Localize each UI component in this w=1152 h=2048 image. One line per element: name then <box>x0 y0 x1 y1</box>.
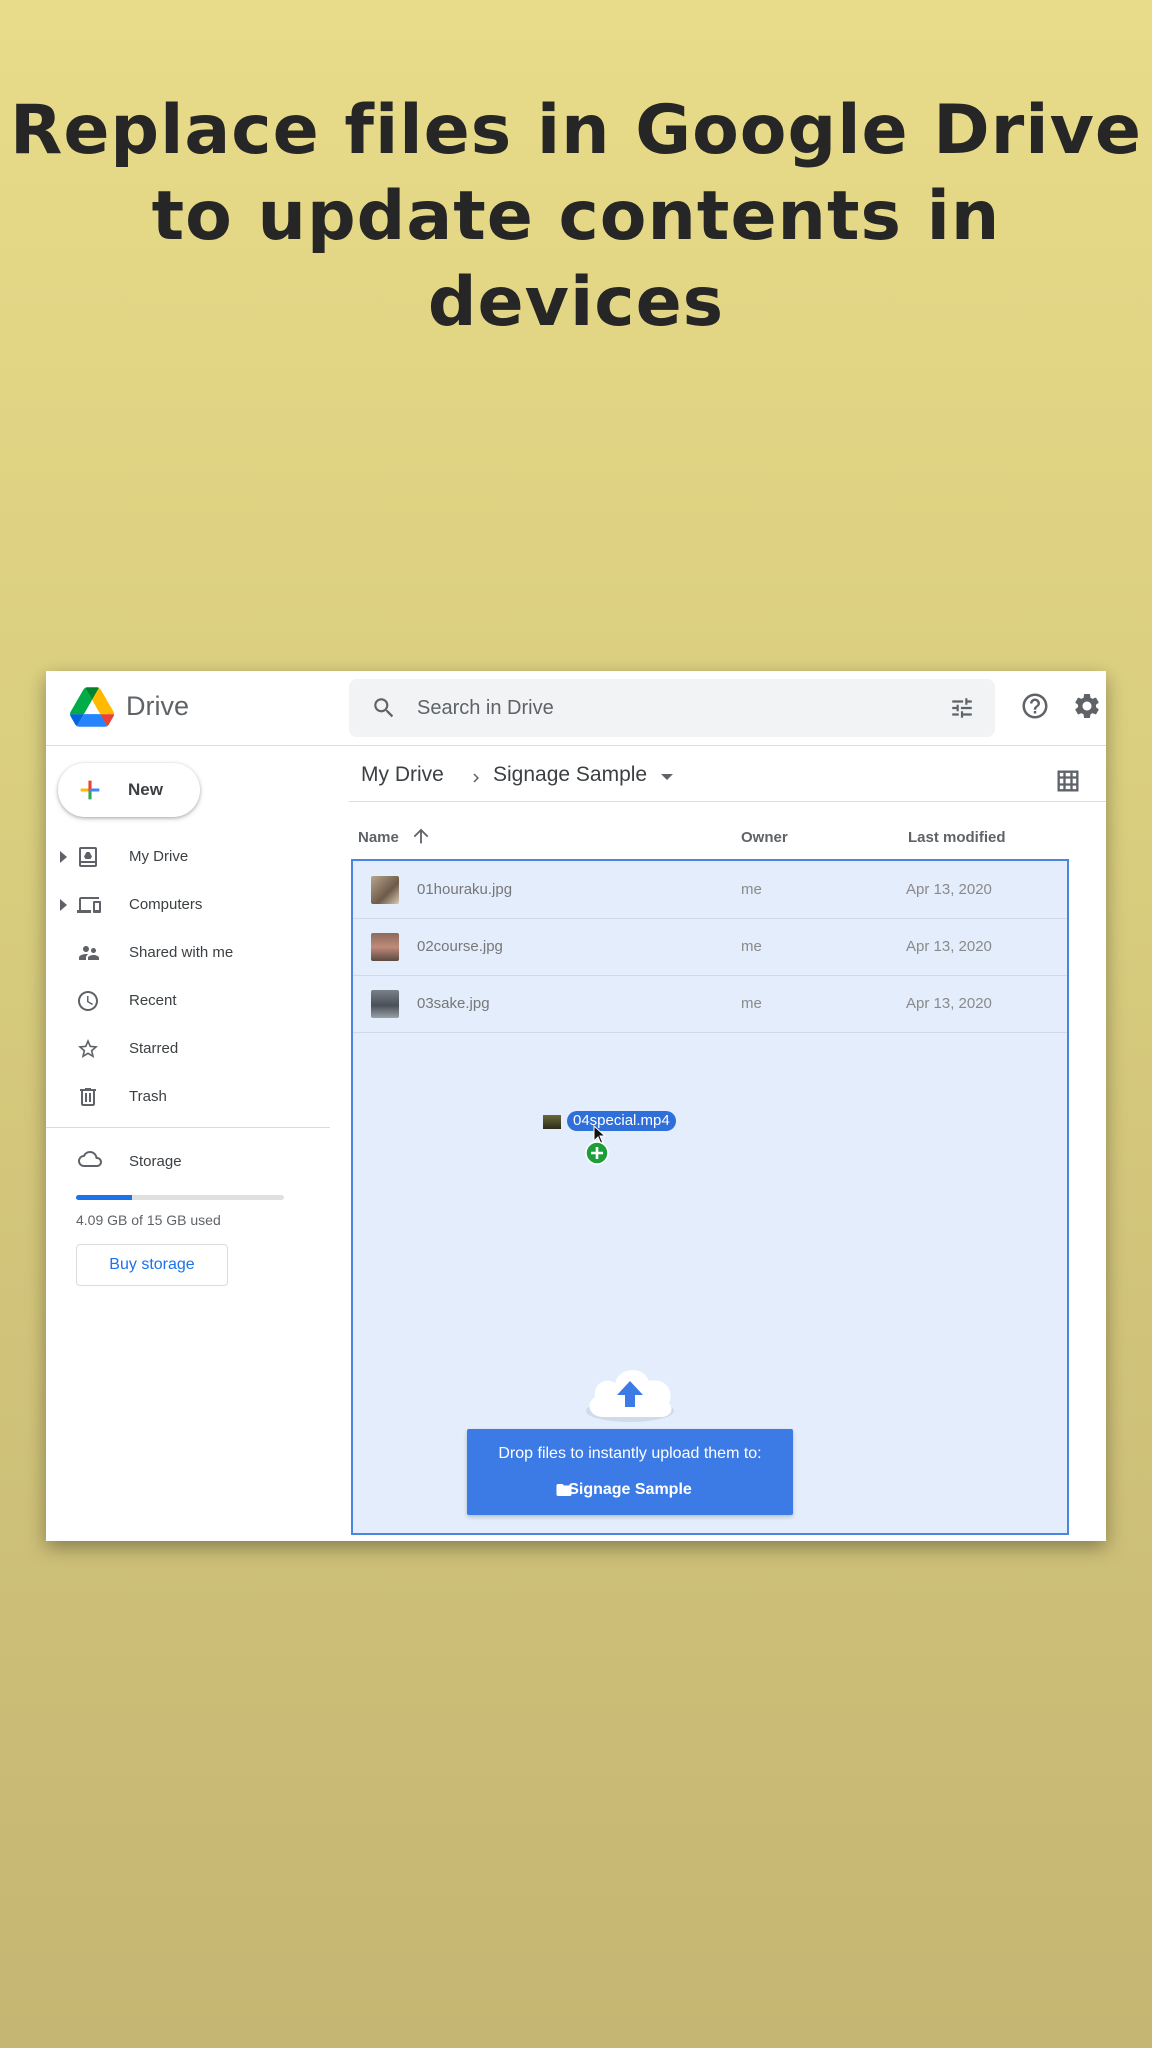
sidebar-item-label: My Drive <box>129 848 189 865</box>
search-input[interactable]: Search in Drive <box>417 697 554 720</box>
shared-icon <box>79 946 99 960</box>
drop-upload-tooltip: Drop files to instantly upload them to: … <box>467 1429 793 1515</box>
drop-target-folder: Signage Sample <box>568 1481 692 1498</box>
sidebar-item-shared-with-me[interactable]: Shared with me <box>46 931 326 975</box>
expand-arrow-icon[interactable] <box>60 851 67 863</box>
my-drive-icon <box>79 847 97 867</box>
top-bar: Drive Search in Drive <box>46 671 1106 746</box>
file-row[interactable]: 03sake.jpg me Apr 13, 2020 <box>353 975 1067 1033</box>
file-thumbnail <box>371 990 399 1018</box>
file-row[interactable]: 02course.jpg me Apr 13, 2020 <box>353 918 1067 976</box>
upload-cloud-icon <box>586 1369 674 1422</box>
breadcrumb-current-folder[interactable]: Signage Sample <box>493 763 647 787</box>
cloud-icon <box>78 1151 102 1167</box>
file-name: 01houraku.jpg <box>417 881 513 898</box>
computers-icon <box>77 897 101 913</box>
storage-progress-fill <box>76 1195 133 1200</box>
chevron-right-icon <box>473 773 479 783</box>
file-thumbnail <box>371 876 399 904</box>
sidebar-item-trash[interactable]: Trash <box>46 1075 326 1119</box>
new-button-label: New <box>128 780 163 799</box>
column-header-owner[interactable]: Owner <box>741 829 788 846</box>
sidebar-item-label: Trash <box>129 1088 167 1105</box>
file-owner: me <box>741 938 762 955</box>
search-options-icon[interactable] <box>949 695 975 721</box>
file-row[interactable]: 01houraku.jpg me Apr 13, 2020 <box>353 861 1067 919</box>
drop-zone[interactable]: 01houraku.jpg me Apr 13, 2020 02course.j… <box>351 859 1069 1535</box>
headline-line-1: Replace files in Google Drive <box>9 91 1143 170</box>
folder-menu-caret-icon[interactable] <box>661 774 673 780</box>
trash-icon <box>80 1088 96 1106</box>
drop-tooltip-text: Drop files to instantly upload them to: <box>498 1445 762 1462</box>
sidebar-item-computers[interactable]: Computers <box>46 883 326 927</box>
plus-icon <box>80 780 100 800</box>
search-icon[interactable] <box>371 695 397 721</box>
storage-label[interactable]: Storage <box>129 1153 182 1170</box>
sidebar-item-label: Shared with me <box>129 944 234 961</box>
dragged-file-thumbnail <box>543 1115 561 1129</box>
help-icon[interactable] <box>1020 691 1050 721</box>
storage-usage-text: 4.09 GB of 15 GB used <box>76 1212 221 1228</box>
column-header-last-modified[interactable]: Last modified <box>908 829 1006 846</box>
headline-line-2: to update contents in devices <box>151 177 1001 342</box>
drive-logo-icon[interactable] <box>70 687 114 727</box>
sidebar-item-label: Computers <box>129 896 203 913</box>
expand-arrow-icon[interactable] <box>60 899 67 911</box>
sidebar-item-recent[interactable]: Recent <box>46 979 326 1023</box>
file-owner: me <box>741 995 762 1012</box>
grid-view-icon[interactable] <box>1054 767 1082 795</box>
star-icon <box>78 1039 98 1058</box>
main-divider <box>349 801 1106 802</box>
breadcrumb-my-drive[interactable]: My Drive <box>361 763 444 787</box>
dragged-file-label[interactable]: 04special.mp4 <box>567 1111 676 1131</box>
column-header-name[interactable]: Name <box>358 829 399 846</box>
file-owner: me <box>741 881 762 898</box>
file-thumbnail <box>371 933 399 961</box>
new-button[interactable]: New <box>58 763 200 817</box>
clock-icon <box>78 991 98 1011</box>
drive-window: Drive Search in Drive New My Drive Compu… <box>46 671 1106 1541</box>
file-modified: Apr 13, 2020 <box>906 938 992 955</box>
sort-ascending-icon[interactable] <box>410 825 432 847</box>
app-name: Drive <box>126 691 190 721</box>
sidebar-divider <box>46 1127 330 1128</box>
copy-plus-badge-icon <box>585 1141 609 1165</box>
file-name: 02course.jpg <box>417 938 503 955</box>
file-modified: Apr 13, 2020 <box>906 995 992 1012</box>
gear-icon[interactable] <box>1072 691 1102 721</box>
buy-storage-button[interactable]: Buy storage <box>76 1244 228 1286</box>
sidebar-item-starred[interactable]: Starred <box>46 1027 326 1071</box>
sidebar-item-label: Starred <box>129 1040 179 1057</box>
file-modified: Apr 13, 2020 <box>906 881 992 898</box>
search-bar[interactable]: Search in Drive <box>349 679 995 737</box>
headline: Replace files in Google Drive to update … <box>0 88 1152 346</box>
file-name: 03sake.jpg <box>417 995 490 1012</box>
storage-progress-bar <box>76 1195 284 1200</box>
sidebar-item-label: Recent <box>129 992 177 1009</box>
sidebar-item-my-drive[interactable]: My Drive <box>46 835 326 879</box>
